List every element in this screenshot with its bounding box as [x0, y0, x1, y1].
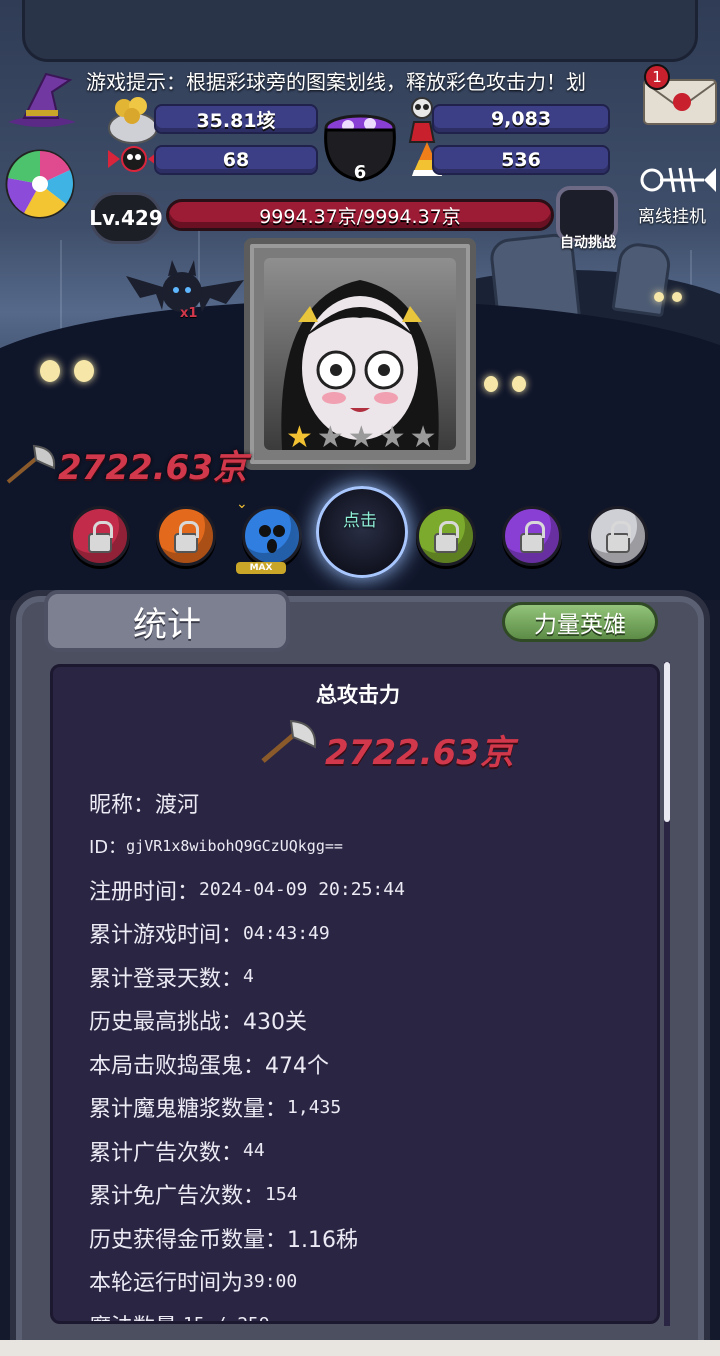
- red-orb-button[interactable]: [70, 506, 130, 566]
- candy-corn-counter: 536: [432, 145, 610, 175]
- level-badge: Lv.429: [89, 192, 163, 244]
- stat-run-time: 本轮运行时间为 39:00: [89, 1270, 298, 1297]
- lock-icon: [174, 521, 199, 553]
- damage-value: 2722.63京: [58, 448, 247, 488]
- stat-play-time: 累计游戏时间： 04:43:49: [89, 922, 330, 949]
- top-frame: [22, 0, 698, 62]
- offline-idle-label[interactable]: 离线挂机: [638, 202, 720, 227]
- stats-content[interactable]: 总攻击力 2722.63京 昵称： 渡河 ID： gjVR1x8wibohQ9GCz…: [50, 664, 660, 1324]
- axe-icon: [6, 444, 56, 484]
- glowing-eyes: [654, 292, 682, 302]
- game-hint: 游戏提示：根据彩球旁的图案划线，释放彩色攻击力！划: [86, 70, 586, 94]
- gold-counter: 35.81垓: [154, 104, 318, 134]
- purple-orb-button[interactable]: [502, 506, 562, 566]
- stats-scrollbar[interactable]: [664, 662, 670, 1326]
- bat-count-badge: x1: [180, 306, 198, 321]
- orange-orb-button[interactable]: [156, 506, 216, 566]
- tap-label[interactable]: 点击: [332, 506, 388, 531]
- blue-orb-button[interactable]: [242, 506, 302, 566]
- total-attack-value: 2722.63京: [325, 733, 514, 773]
- stat-nickname: 昵称： 渡河: [89, 792, 200, 818]
- bottom-strip: [0, 1340, 720, 1356]
- tombstone: [611, 240, 673, 318]
- lock-icon: [606, 521, 631, 553]
- lock-icon: [434, 521, 459, 553]
- white-orb-button[interactable]: [588, 506, 648, 566]
- stat-syrup: 累计魔鬼糖浆数量： 1,435: [89, 1096, 342, 1123]
- ghost-face-icon: [259, 525, 285, 553]
- glowing-eyes: [40, 360, 94, 382]
- stat-gold-earned: 历史获得金币数量： 1.16秭: [89, 1227, 359, 1253]
- stat-magic-count: 魔法数量15 / 259: [89, 1303, 405, 1321]
- lock-icon: [520, 521, 545, 553]
- fishbone-icon[interactable]: [640, 160, 718, 202]
- stat-ads: 累计广告次数： 44: [89, 1140, 265, 1166]
- candy-counter: 68: [154, 145, 318, 175]
- power-hero-button[interactable]: 力量英雄: [502, 602, 658, 642]
- stat-defeated: 本局击败捣蛋鬼： 474个: [89, 1053, 330, 1079]
- stats-tab[interactable]: 统计: [44, 590, 290, 652]
- stat-list: 昵称： 渡河 ID： gjVR1x8wibohQ9GCzUQkgg== 注册时间： 2…: [89, 781, 405, 1321]
- mail-badge: 1: [644, 64, 670, 90]
- total-attack-title: 总攻击力: [316, 683, 400, 707]
- glowing-eyes: [484, 376, 526, 392]
- max-tag: MAX: [236, 562, 286, 574]
- star-icon: ★: [409, 420, 437, 455]
- gold-bag-icon: [108, 97, 158, 144]
- mail-button[interactable]: 1: [642, 64, 718, 126]
- green-orb-button[interactable]: [416, 506, 476, 566]
- star-rating: ★ ★ ★ ★ ★: [286, 420, 437, 455]
- skull-potion-counter: 9,083: [432, 104, 610, 134]
- boss-hp-bar: 9994.37京/9994.37京: [166, 199, 554, 231]
- cauldron-counter: 6: [353, 162, 367, 183]
- auto-challenge-label[interactable]: 自动挑战: [550, 232, 626, 252]
- star-icon: ★: [286, 420, 313, 455]
- star-icon: ★: [347, 420, 375, 455]
- scrollbar-thumb[interactable]: [664, 662, 670, 822]
- star-icon: ★: [316, 420, 344, 455]
- witch-hat-icon[interactable]: [0, 70, 82, 132]
- axe-icon: [261, 719, 317, 763]
- bat-pet-icon[interactable]: [126, 258, 244, 336]
- candy-swirl-icon[interactable]: [4, 148, 76, 220]
- stat-register-time: 注册时间： 2024-04-09 20:25:44: [89, 879, 405, 905]
- stat-id: ID： gjVR1x8wibohQ9GCzUQkgg==: [89, 837, 343, 859]
- stat-ad-free: 累计免广告次数： 154: [89, 1183, 298, 1210]
- stat-highest-challenge: 历史最高挑战： 430关: [89, 1010, 308, 1036]
- chevron-down-icon: ⌄: [236, 496, 248, 512]
- stat-login-days: 累计登录天数： 4: [89, 966, 254, 992]
- tap-attack-button[interactable]: [316, 486, 408, 578]
- lock-icon: [88, 521, 113, 553]
- star-icon: ★: [378, 420, 406, 455]
